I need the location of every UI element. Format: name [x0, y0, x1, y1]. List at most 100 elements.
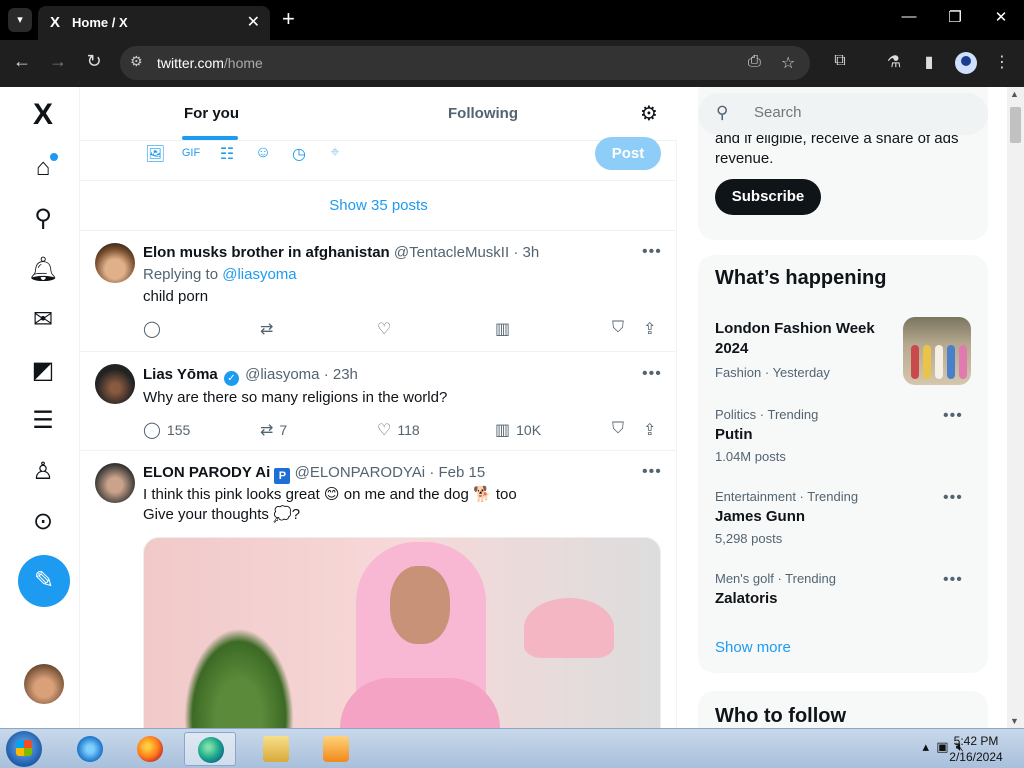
- more-icon[interactable]: ⊙: [26, 505, 60, 539]
- mail-icon[interactable]: ✉: [26, 303, 60, 337]
- post-item[interactable]: ELON PARODY Ai P @ELONPARODYAi · Feb 15 …: [80, 451, 677, 728]
- post-more-icon[interactable]: •••: [642, 365, 662, 383]
- tab-following[interactable]: Following: [448, 105, 518, 122]
- tab-for-you[interactable]: For you: [184, 105, 239, 122]
- profile-avatar-icon[interactable]: [955, 52, 977, 74]
- reply-icon[interactable]: ◯: [143, 319, 167, 339]
- account-avatar[interactable]: [24, 664, 64, 704]
- post-text-line-2: Give your thoughts 💭?: [143, 506, 301, 523]
- tab-search-button[interactable]: ▾: [8, 8, 32, 32]
- post-author-handle[interactable]: @ELONPARODYAi: [295, 464, 426, 481]
- bookmark-icon[interactable]: ⛉: [612, 420, 630, 438]
- x-logo-icon[interactable]: X: [26, 98, 60, 132]
- reply-button[interactable]: ◯ 155: [143, 420, 190, 440]
- search-input[interactable]: [754, 104, 974, 121]
- taskbar-media-player[interactable]: [310, 732, 362, 766]
- trend-more-icon[interactable]: •••: [943, 489, 963, 507]
- bookmark-icon[interactable]: ⛉: [612, 319, 630, 337]
- post-author-name[interactable]: Elon musks brother in afghanistan: [143, 244, 390, 261]
- show-more-link[interactable]: Show more: [715, 639, 791, 656]
- reply-to-link[interactable]: @liasyoma: [222, 266, 296, 283]
- bookmark-star-icon[interactable]: ☆: [781, 53, 795, 73]
- back-button[interactable]: ←: [10, 51, 34, 72]
- post-author-avatar[interactable]: [95, 243, 135, 283]
- post-time[interactable]: 23h: [333, 366, 358, 383]
- post-item[interactable]: Elon musks brother in afghanistan @Tenta…: [80, 231, 677, 352]
- scroll-down-arrow-icon[interactable]: ▼: [1010, 716, 1019, 726]
- url-text[interactable]: twitter.com/home: [157, 55, 263, 71]
- browser-tabbar: ▾ X Home / X ✕ + — ❐ ✕: [0, 0, 1024, 40]
- search-icon[interactable]: ⚲: [26, 202, 60, 236]
- install-app-icon[interactable]: ⎙: [748, 53, 761, 71]
- profile-icon[interactable]: ♙: [26, 455, 60, 489]
- location-icon[interactable]: ⌖: [325, 144, 345, 162]
- gif-icon[interactable]: GIF: [181, 147, 201, 159]
- taskbar-edge[interactable]: [184, 732, 236, 766]
- verified-badge-icon[interactable]: ✓: [223, 371, 239, 386]
- site-info-icon[interactable]: ⚙: [130, 53, 143, 70]
- post-author-handle[interactable]: @liasyoma: [245, 366, 319, 383]
- post-author-avatar[interactable]: [95, 364, 135, 404]
- share-icon[interactable]: ⇪: [643, 420, 662, 440]
- trend-item[interactable]: Men's golf · Trending Zalatoris: [715, 571, 975, 607]
- browser-menu-icon[interactable]: ⋮: [991, 52, 1013, 72]
- taskbar-firefox[interactable]: [124, 732, 176, 766]
- taskbar-explorer[interactable]: [250, 732, 302, 766]
- views-icon[interactable]: ▥: [495, 319, 516, 339]
- trend-item[interactable]: Entertainment · Trending James Gunn 5,29…: [715, 489, 975, 546]
- page-scrollbar[interactable]: ▲ ▼: [1007, 87, 1024, 728]
- minimize-button[interactable]: —: [894, 8, 924, 25]
- trend-item[interactable]: Politics · Trending Putin 1.04M posts: [715, 407, 975, 464]
- scrollbar-thumb[interactable]: [1010, 107, 1021, 143]
- restore-button[interactable]: ❐: [940, 8, 970, 26]
- start-button[interactable]: [6, 731, 42, 767]
- post-more-icon[interactable]: •••: [642, 243, 662, 261]
- post-more-icon[interactable]: •••: [642, 463, 662, 481]
- views-button[interactable]: ▥ 10K: [495, 420, 541, 440]
- repost-icon[interactable]: ⇄: [260, 319, 279, 339]
- share-icon[interactable]: ⇪: [643, 319, 662, 339]
- taskbar-clock[interactable]: 5:42 PM 2/16/2024: [940, 733, 1012, 765]
- media-icon[interactable]: 🖼︎: [145, 144, 165, 164]
- emoji-icon[interactable]: ☺: [253, 144, 273, 162]
- who-to-follow-title: Who to follow: [715, 705, 847, 727]
- tab-close-icon[interactable]: ✕: [247, 12, 260, 32]
- lists-icon[interactable]: ☰: [26, 404, 60, 438]
- post-button[interactable]: Post: [595, 137, 661, 170]
- compose-post-button[interactable]: ✎: [18, 555, 70, 607]
- post-image[interactable]: [143, 537, 661, 728]
- labs-flask-icon[interactable]: ⚗: [883, 52, 905, 72]
- like-button[interactable]: ♡ 118: [377, 420, 420, 440]
- new-tab-button[interactable]: +: [282, 8, 295, 30]
- subscribe-button[interactable]: Subscribe: [715, 179, 821, 215]
- home-icon[interactable]: ⌂: [26, 151, 60, 185]
- side-panel-icon[interactable]: ▮: [918, 52, 940, 72]
- post-author-name[interactable]: Lias Yōma: [143, 366, 218, 383]
- address-bar[interactable]: ⚙ twitter.com/home ⎙ ☆: [120, 46, 810, 80]
- reload-button[interactable]: ↻: [82, 51, 106, 72]
- close-window-button[interactable]: ✕: [986, 8, 1016, 26]
- post-item[interactable]: Lias Yōma ✓ @liasyoma · 23h ••• Why are …: [80, 352, 677, 451]
- schedule-icon[interactable]: ◷: [289, 144, 309, 164]
- bell-icon[interactable]: 🔔︎: [26, 253, 60, 287]
- timeline-settings-icon[interactable]: ⚙: [640, 101, 658, 126]
- scroll-up-arrow-icon[interactable]: ▲: [1010, 89, 1019, 99]
- poll-icon[interactable]: ☷: [217, 144, 237, 164]
- trend-image[interactable]: [903, 317, 971, 385]
- browser-tab-home[interactable]: X Home / X ✕: [38, 6, 270, 40]
- like-icon[interactable]: ♡: [377, 319, 397, 339]
- post-author-avatar[interactable]: [95, 463, 135, 503]
- post-time[interactable]: 3h: [523, 244, 540, 261]
- show-new-posts-button[interactable]: Show 35 posts: [80, 181, 677, 231]
- grok-icon[interactable]: ◩: [26, 354, 60, 388]
- extensions-icon[interactable]: ⧉: [829, 52, 851, 70]
- trend-more-icon[interactable]: •••: [943, 571, 963, 589]
- post-author-handle[interactable]: @TentacleMuskII: [394, 244, 509, 261]
- trend-more-icon[interactable]: •••: [943, 407, 963, 425]
- repost-button[interactable]: ⇄ 7: [260, 420, 287, 440]
- post-author-name[interactable]: ELON PARODY Ai: [143, 464, 270, 481]
- taskbar-ie[interactable]: [64, 732, 116, 766]
- post-time[interactable]: Feb 15: [438, 464, 485, 481]
- search-box-overlay[interactable]: ⚲: [698, 93, 988, 135]
- forward-button[interactable]: →: [46, 51, 70, 72]
